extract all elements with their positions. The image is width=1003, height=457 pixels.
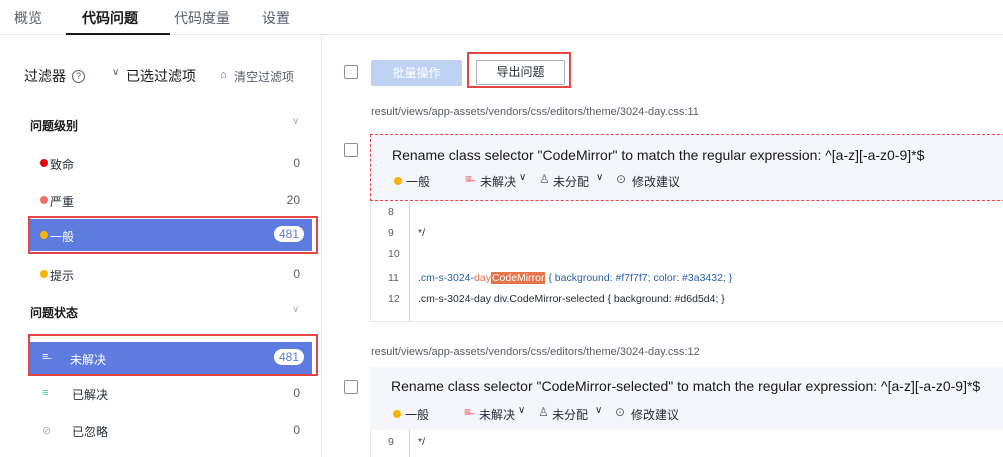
code-line: 9 */ bbox=[388, 436, 426, 448]
resolved-icon: ≡ bbox=[42, 387, 49, 399]
issue-checkbox[interactable] bbox=[344, 380, 358, 394]
status-item-resolved[interactable]: ≡ 已解决 0 bbox=[30, 378, 312, 408]
issue-file-path[interactable]: result/views/app-assets/vendors/css/edit… bbox=[371, 346, 700, 358]
unresolved-icon: ≡̶ bbox=[465, 172, 473, 186]
code-line: 12 .cm-s-3024-day div.CodeMirror-selected… bbox=[388, 293, 725, 305]
status-count: 0 bbox=[293, 386, 300, 400]
suggestion-link[interactable]: 修改建议 bbox=[632, 173, 680, 190]
divider bbox=[370, 321, 1003, 322]
code-snippet: 8 9 */ 10 11 .cm-s-3024-dayCodeMirror { b… bbox=[370, 202, 1003, 322]
level-count: 20 bbox=[286, 193, 300, 207]
issue-card: Rename class selector "CodeMirror" to ma… bbox=[370, 134, 1003, 201]
chevron-down-icon[interactable]: ∨ bbox=[518, 405, 525, 416]
ignored-icon: ⊘ bbox=[42, 425, 52, 437]
status-count: 0 bbox=[293, 423, 300, 437]
level-item-fatal[interactable]: 致命 0 bbox=[30, 148, 312, 178]
user-icon: ♙ bbox=[539, 172, 550, 186]
code-line: 10 bbox=[388, 248, 400, 260]
status-section-title: 问题状态 bbox=[30, 306, 79, 320]
level-count: 0 bbox=[293, 156, 300, 170]
status-label: 已忽略 bbox=[72, 425, 109, 439]
level-label: 严重 bbox=[50, 195, 75, 209]
tab-code-metrics[interactable]: 代码度量 bbox=[174, 8, 230, 28]
hint-dot-icon bbox=[40, 270, 48, 278]
code-line: 8 bbox=[388, 206, 394, 218]
code-line-highlighted: 11 .cm-s-3024-dayCodeMirror { background… bbox=[388, 272, 733, 284]
assignee-dropdown[interactable]: 未分配 bbox=[552, 406, 588, 423]
chevron-down-icon[interactable]: ∨ bbox=[519, 172, 526, 183]
chevron-up-icon[interactable]: ∨ bbox=[292, 304, 299, 315]
assignee-dropdown[interactable]: 未分配 bbox=[553, 173, 589, 190]
level-label: 致命 bbox=[50, 158, 75, 172]
severity-dot-icon bbox=[393, 410, 401, 418]
help-icon[interactable]: ? bbox=[72, 70, 85, 83]
suggestion-icon: ⊙ bbox=[616, 172, 627, 186]
level-item-critical[interactable]: 严重 20 bbox=[30, 185, 312, 215]
select-all-checkbox[interactable] bbox=[344, 65, 358, 79]
selected-filters-toggle[interactable]: 已选过滤项 bbox=[126, 66, 196, 86]
status-item-ignored[interactable]: ⊘ 已忽略 0 bbox=[30, 415, 312, 445]
severity-dot-icon bbox=[394, 177, 402, 185]
severity-label: 一般 bbox=[405, 408, 430, 422]
chevron-up-icon[interactable]: ∨ bbox=[292, 116, 299, 127]
issue-title: Rename class selector "CodeMirror-select… bbox=[391, 378, 981, 394]
code-snippet: 9 */ bbox=[370, 430, 1003, 457]
code-line: 9 */ bbox=[388, 227, 426, 239]
critical-dot-icon bbox=[40, 196, 48, 204]
chevron-down-icon[interactable]: ∨ bbox=[595, 405, 602, 416]
issue-file-path[interactable]: result/views/app-assets/vendors/css/edit… bbox=[371, 106, 699, 118]
broom-icon[interactable]: ⌂ bbox=[220, 69, 227, 81]
highlight-frame bbox=[28, 216, 318, 254]
unresolved-icon: ≡̶ bbox=[464, 405, 472, 419]
tab-settings[interactable]: 设置 bbox=[262, 8, 290, 28]
fatal-dot-icon bbox=[40, 159, 48, 167]
issue-card: Rename class selector "CodeMirror-select… bbox=[370, 367, 1003, 430]
chevron-down-icon[interactable]: ∨ bbox=[112, 67, 119, 78]
level-label: 提示 bbox=[50, 269, 75, 283]
tab-overview[interactable]: 概览 bbox=[14, 8, 42, 28]
status-dropdown[interactable]: 未解决 bbox=[480, 173, 516, 190]
status-label: 已解决 bbox=[72, 388, 109, 402]
severity-label: 一般 bbox=[406, 175, 431, 189]
issue-title: Rename class selector "CodeMirror" to ma… bbox=[392, 147, 925, 163]
clear-filters-button[interactable]: 清空过滤项 bbox=[234, 68, 294, 85]
top-tabs: 概览 代码问题 代码度量 设置 bbox=[0, 0, 1003, 35]
user-icon: ♙ bbox=[538, 405, 549, 419]
suggestion-icon: ⊙ bbox=[615, 405, 626, 419]
tab-code-issues[interactable]: 代码问题 bbox=[82, 8, 138, 28]
active-tab-indicator bbox=[66, 33, 170, 35]
issue-checkbox[interactable] bbox=[344, 143, 358, 157]
suggestion-link[interactable]: 修改建议 bbox=[631, 406, 679, 423]
level-item-hint[interactable]: 提示 0 bbox=[30, 259, 312, 289]
status-dropdown[interactable]: 未解决 bbox=[479, 406, 515, 423]
chevron-down-icon[interactable]: ∨ bbox=[596, 172, 603, 183]
level-section-title: 问题级别 bbox=[30, 119, 79, 133]
highlight-frame bbox=[28, 334, 318, 376]
batch-operation-button[interactable]: 批量操作 bbox=[371, 60, 462, 86]
level-count: 0 bbox=[293, 267, 300, 281]
filter-label: 过滤器 bbox=[24, 68, 66, 84]
highlight-frame bbox=[467, 52, 571, 88]
